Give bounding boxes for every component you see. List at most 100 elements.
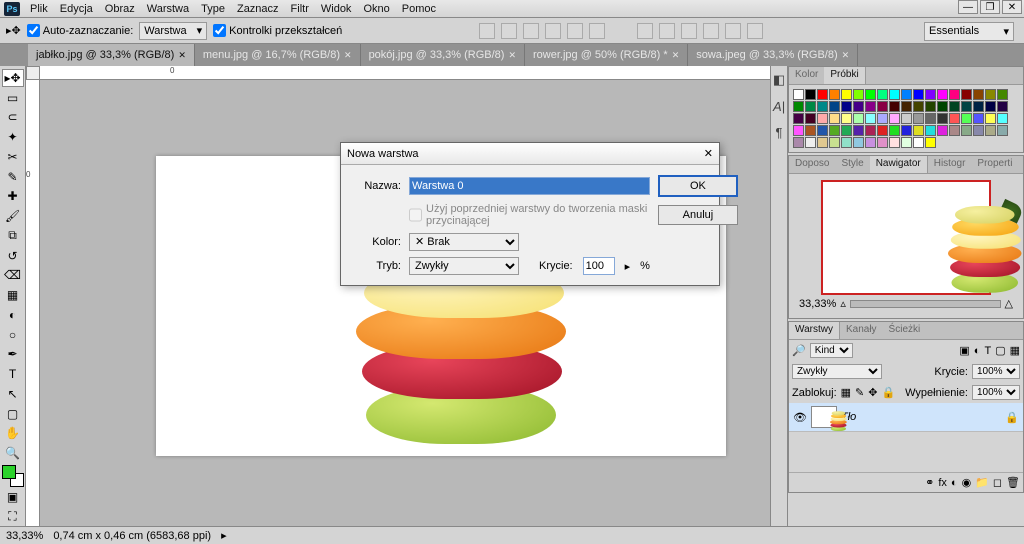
color-chips[interactable] [2,465,24,487]
lock-all-icon[interactable]: ✥ [868,386,877,399]
layer-name-input[interactable] [409,177,650,195]
eyedropper-tool[interactable]: ✎ [2,168,24,186]
zoom-tool[interactable]: 🔍 [2,444,24,462]
lasso-tool[interactable]: ⊂ [2,109,24,127]
tab-kanaly[interactable]: Kanały [840,322,883,339]
swatch[interactable] [913,101,924,112]
swatch[interactable] [817,89,828,100]
swatch[interactable] [853,113,864,124]
workspace-switcher[interactable]: Essentials▾ [924,22,1014,41]
swatch[interactable] [913,89,924,100]
distribute-icon[interactable] [659,23,675,39]
healing-tool[interactable]: ✚ [2,188,24,206]
menu-plik[interactable]: Plik [30,3,48,15]
blur-tool[interactable]: ◐ [2,306,24,324]
menu-zaznacz[interactable]: Zaznacz [237,3,279,15]
swatch[interactable] [997,125,1008,136]
menu-pomoc[interactable]: Pomoc [402,3,436,15]
tab-doposo[interactable]: Doposo [789,156,835,173]
navigator-thumbnail[interactable] [821,180,991,295]
char-panel-icon[interactable]: A| [772,96,786,116]
swatch[interactable] [841,101,852,112]
transform-controls-checkbox[interactable] [213,24,226,37]
swatch[interactable] [817,101,828,112]
swatch[interactable] [901,125,912,136]
ruler-horizontal[interactable]: 0 [40,66,770,80]
swatch[interactable] [889,101,900,112]
doc-tab-rower[interactable]: rower.jpg @ 50% (RGB/8) *✕ [525,44,688,66]
menu-filtr[interactable]: Filtr [291,3,309,15]
folder-icon[interactable]: 📁 [975,476,989,489]
tab-probki[interactable]: Próbki [824,67,865,84]
menu-widok[interactable]: Widok [321,3,352,15]
quickmask-tool[interactable]: ▣ [2,488,24,506]
swatch[interactable] [805,137,816,148]
opacity-flyout-icon[interactable]: ▸ [625,260,631,273]
swatch[interactable] [877,137,888,148]
swatch[interactable] [949,125,960,136]
distribute-icon[interactable] [747,23,763,39]
swatch[interactable] [949,101,960,112]
swatch[interactable] [817,125,828,136]
swatch[interactable] [937,125,948,136]
swatch[interactable] [793,137,804,148]
swatch[interactable] [853,89,864,100]
swatch[interactable] [961,125,972,136]
swatch[interactable] [925,89,936,100]
swatch[interactable] [889,113,900,124]
swatch[interactable] [841,113,852,124]
tab-histogram[interactable]: Histogr [928,156,972,173]
swatch[interactable] [877,89,888,100]
swatch[interactable] [829,113,840,124]
trash-icon[interactable]: 🗑 [1006,476,1020,489]
new-layer-icon[interactable]: ◻ [993,476,1002,489]
eraser-tool[interactable]: ⌫ [2,267,24,285]
close-icon[interactable]: ✕ [508,50,516,61]
swatch[interactable] [973,101,984,112]
type-tool[interactable]: T [2,365,24,383]
path-tool[interactable]: ↖ [2,385,24,403]
color-panel-icon[interactable]: ◧ [772,70,786,90]
swatch[interactable] [973,89,984,100]
swatch[interactable] [865,137,876,148]
close-icon[interactable]: ✕ [178,50,186,61]
swatch[interactable] [889,137,900,148]
swatches-grid[interactable] [789,85,1023,152]
ruler-origin[interactable] [26,66,40,80]
tab-kolor[interactable]: Kolor [789,67,824,84]
visibility-icon[interactable]: 👁 [793,411,807,424]
color-select[interactable]: ✕ Brak [409,233,519,251]
swatch[interactable] [985,89,996,100]
align-center-h-icon[interactable] [501,23,517,39]
swatch[interactable] [829,101,840,112]
swatch[interactable] [973,125,984,136]
swatch[interactable] [841,89,852,100]
swatch[interactable] [793,89,804,100]
align-center-v-icon[interactable] [567,23,583,39]
tab-info[interactable]: Informa [1018,156,1024,173]
marquee-tool[interactable]: ▭ [2,89,24,107]
ruler-vertical[interactable]: 0 [26,80,40,526]
status-doc-info[interactable]: 0,74 cm x 0,46 cm (6583,68 ppi) [53,530,211,542]
filter-type-icon[interactable]: T [984,345,991,357]
swatch[interactable] [865,113,876,124]
close-icon[interactable]: ✕ [344,50,352,61]
swatch[interactable] [985,113,996,124]
blend-mode-select[interactable]: Zwykły [792,364,882,379]
close-icon[interactable]: ✕ [672,50,680,61]
swatch[interactable] [841,137,852,148]
swatch[interactable] [841,125,852,136]
move-tool[interactable]: ▸✥ [2,69,24,87]
menu-warstwa[interactable]: Warstwa [147,3,189,15]
mode-select[interactable]: Zwykły [409,257,519,275]
opacity-input[interactable] [583,257,615,275]
swatch[interactable] [985,101,996,112]
zoom-out-icon[interactable]: ▵ [840,297,846,310]
zoom-in-icon[interactable]: △ [1005,297,1013,310]
ok-button[interactable]: OK [658,175,738,197]
tab-nawigator[interactable]: Nawigator [870,156,928,173]
swatch[interactable] [865,101,876,112]
align-bottom-icon[interactable] [589,23,605,39]
close-icon[interactable]: ✕ [842,50,850,61]
swatch[interactable] [793,101,804,112]
